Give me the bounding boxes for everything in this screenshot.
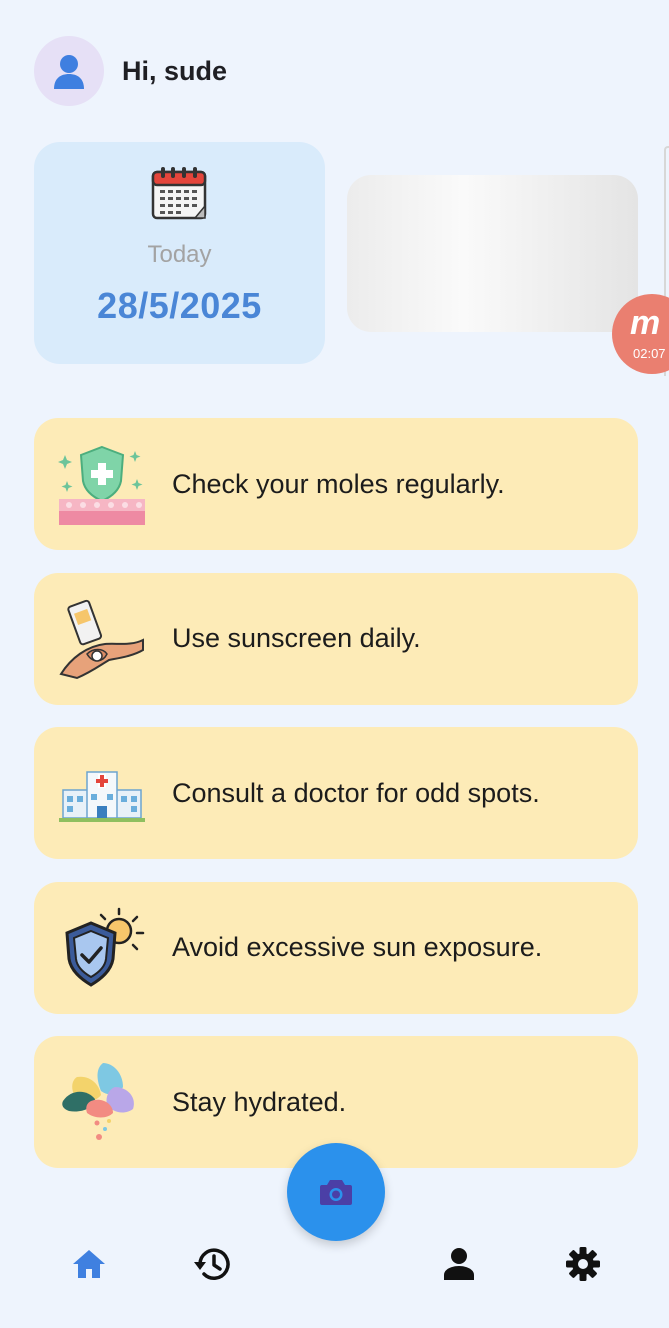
settings-icon [566, 1247, 600, 1281]
profile-icon [444, 1248, 474, 1280]
nav-settings[interactable] [559, 1240, 607, 1288]
today-label: Today [147, 241, 212, 268]
today-date-card: Today 28/5/2025 [34, 142, 325, 364]
camera-scan-button[interactable] [287, 1143, 385, 1241]
tip-card[interactable]: Consult a doctor for odd spots. [34, 727, 638, 859]
calendar-icon [151, 166, 209, 227]
tip-card[interactable]: Use sunscreen daily. [34, 572, 638, 705]
tip-label: Avoid excessive sun exposure. [172, 932, 543, 962]
hospital-icon [54, 745, 150, 841]
tip-label: Stay hydrated. [172, 1086, 347, 1117]
tip-card[interactable]: Check your moles regularly. [34, 418, 638, 550]
user-avatar-icon[interactable] [34, 36, 104, 106]
camera-icon [320, 1180, 352, 1205]
sun-shield-icon [54, 900, 150, 996]
skin-tips-list: Check your moles regularly. Use sunscree… [34, 418, 638, 1191]
sunscreen-hand-icon [54, 591, 150, 687]
tip-label: Check your moles regularly. [172, 468, 505, 499]
bottom-navigation [0, 1240, 669, 1288]
greeting-text: Hi, sude [122, 55, 228, 86]
tip-card[interactable]: Avoid excessive sun exposure. [34, 881, 638, 1014]
home-icon [73, 1250, 105, 1278]
water-drops-icon [54, 1054, 150, 1150]
current-date: 28/5/2025 [97, 285, 262, 326]
nav-history[interactable] [188, 1240, 236, 1288]
tip-label: Consult a doctor for odd spots. [172, 777, 540, 808]
recorder-time: 02:07 [633, 346, 666, 361]
skin-shield-icon [54, 436, 150, 532]
history-icon [194, 1248, 230, 1280]
tip-label: Use sunscreen daily. [172, 623, 421, 653]
recorder-logo: m [630, 304, 661, 342]
nav-profile[interactable] [435, 1240, 483, 1288]
nav-home[interactable] [65, 1240, 113, 1288]
loading-placeholder-card [347, 175, 638, 332]
header: Hi, sude [34, 36, 227, 106]
